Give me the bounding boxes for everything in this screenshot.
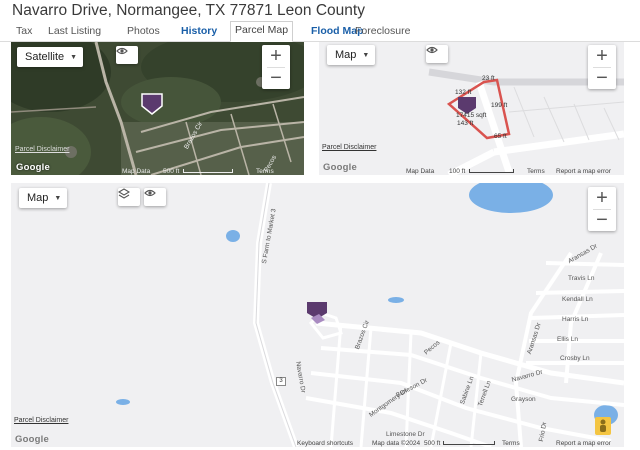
zoom-in-button[interactable]: + [588, 187, 616, 209]
street-limestone-dr: Limestone Dr [386, 431, 425, 438]
scale-label: 500 ft [163, 168, 180, 175]
scale-bar [469, 169, 514, 173]
parcel-disclaimer-link[interactable]: Parcel Disclaimer [14, 417, 68, 424]
locate-button[interactable] [116, 46, 138, 64]
zoom-out-button[interactable]: − [588, 209, 616, 231]
area-map[interactable]: Map ▼ + − S Farm to Market 3 3 Aransas D… [11, 183, 624, 447]
eye-icon [426, 46, 438, 54]
layers-button[interactable] [118, 188, 140, 206]
dimension-bottom: 143 ft [457, 120, 474, 127]
zoom-out-button[interactable]: − [588, 67, 616, 89]
street-harris-ln: Harris Ln [562, 316, 589, 323]
map-type-label: Satellite [25, 51, 65, 63]
dimension-top: 23 ft [482, 75, 495, 82]
map-data-text[interactable]: Map data ©2024 [372, 440, 420, 447]
chevron-down-icon: ▼ [70, 53, 78, 61]
dimension-left: 132 ft [455, 89, 472, 96]
tab-parcel-map[interactable]: Parcel Map [230, 21, 294, 42]
eye-icon [116, 47, 128, 55]
tab-foreclosure[interactable]: Foreclosure [351, 23, 414, 39]
map-data-text[interactable]: Map Data [122, 168, 150, 175]
zoom-in-button[interactable]: + [588, 45, 616, 67]
dimension-right: 199 ft [491, 102, 508, 109]
parcel-disclaimer-link[interactable]: Parcel Disclaimer [322, 144, 376, 151]
parcel-marker-icon[interactable] [140, 92, 164, 116]
map-type-dropdown[interactable]: Map ▼ [327, 45, 376, 65]
scale-bar [183, 169, 233, 173]
parcel-detail-map[interactable]: Map ▼ + − 23 ft 132 ft 199 ft 17415 sqft… [319, 42, 624, 175]
keyboard-shortcuts-link[interactable]: Keyboard shortcuts [297, 440, 353, 447]
scale-label: 100 ft [449, 168, 466, 175]
tab-history[interactable]: History [177, 23, 221, 39]
person-icon [600, 419, 606, 432]
zoom-control: + − [588, 45, 616, 89]
google-logo: Google [16, 162, 50, 173]
tab-bar: Tax Last Listing Photos History Parcel M… [0, 20, 640, 42]
dimension-corner: 65 ft [494, 133, 507, 140]
satellite-map[interactable]: Satellite ▼ + − Brazos Cir Pecos Parcel … [11, 42, 304, 175]
terms-link[interactable]: Terms [256, 168, 274, 175]
report-error-link[interactable]: Report a map error [556, 440, 611, 447]
tab-last-listing[interactable]: Last Listing [44, 23, 105, 39]
zoom-control: + − [588, 187, 616, 231]
tab-tax[interactable]: Tax [12, 23, 36, 39]
terms-link[interactable]: Terms [502, 440, 520, 447]
route-shield: 3 [276, 377, 286, 386]
parcel-marker-icon[interactable] [305, 300, 329, 326]
zoom-in-button[interactable]: + [262, 45, 290, 67]
google-logo: Google [15, 434, 49, 445]
chevron-down-icon: ▼ [362, 51, 370, 59]
pegman-icon[interactable] [595, 417, 611, 435]
map-type-label: Map [335, 49, 357, 61]
eye-icon [144, 189, 156, 197]
parcel-disclaimer-link[interactable]: Parcel Disclaimer [15, 146, 69, 153]
terms-link[interactable]: Terms [527, 168, 545, 175]
map-type-dropdown[interactable]: Map ▼ [19, 188, 68, 208]
google-logo: Google [323, 162, 357, 173]
street-crosby-ln: Crosby Ln [560, 355, 590, 362]
scale-label: 500 ft [424, 440, 441, 447]
map-type-dropdown[interactable]: Satellite ▼ [17, 47, 84, 67]
scale-bar [443, 441, 495, 445]
locate-button[interactable] [144, 188, 166, 206]
map-type-label: Map [27, 192, 49, 204]
parcel-area: 17415 sqft [456, 112, 487, 119]
street-travis-ln: Travis Ln [568, 275, 595, 282]
tab-photos[interactable]: Photos [123, 23, 164, 39]
street-ellis-ln: Ellis Ln [557, 336, 578, 343]
chevron-down-icon: ▼ [54, 194, 62, 202]
layers-icon [118, 188, 130, 199]
zoom-out-button[interactable]: − [262, 67, 290, 89]
page-title: Navarro Drive, Normangee, TX 77871 Leon … [12, 2, 365, 19]
street-kendall-ln: Kendall Ln [562, 296, 593, 303]
locate-button[interactable] [426, 45, 448, 63]
property-page: Navarro Drive, Normangee, TX 77871 Leon … [0, 0, 640, 450]
report-error-link[interactable]: Report a map error [556, 168, 611, 175]
map-data-text[interactable]: Map Data [406, 168, 434, 175]
street-grayson: Grayson [511, 396, 536, 403]
zoom-control: + − [262, 45, 290, 89]
